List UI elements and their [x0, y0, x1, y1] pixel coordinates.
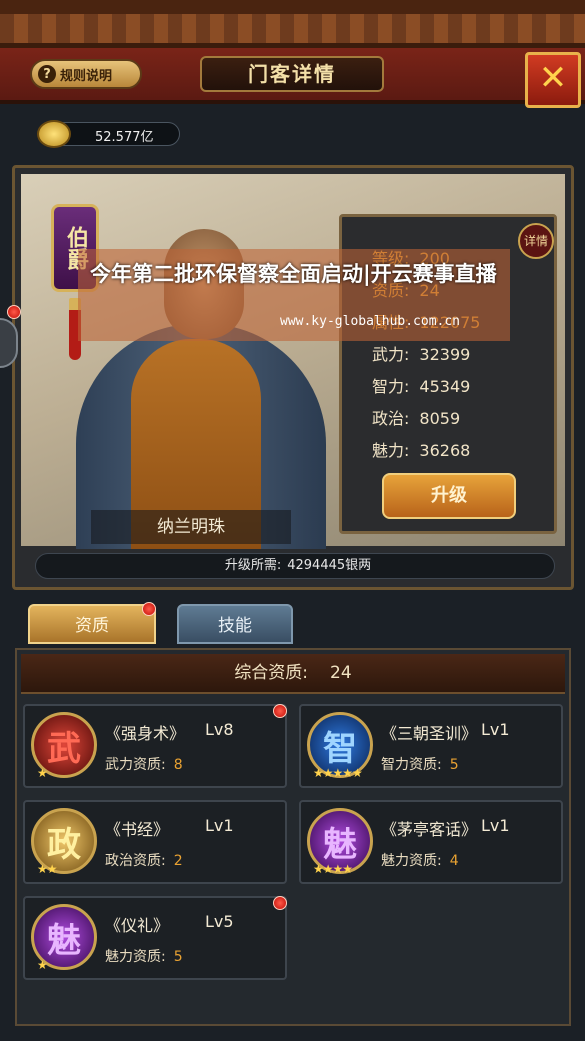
- ad-overlay-url[interactable]: www.ky-globalhub.com.cn: [280, 314, 460, 329]
- skill-attr-value: 4: [449, 853, 459, 869]
- roof-decoration: [0, 0, 585, 48]
- currency-bar: 52.577亿: [37, 120, 180, 148]
- skill-level: Lv8: [205, 720, 234, 739]
- skill-attribute: 魅力资质: 4: [381, 850, 459, 870]
- skill-card[interactable]: 智 ★★★★★ 《三朝圣训》 Lv1 智力资质: 5: [299, 704, 563, 788]
- hero-panel: 伯爵 纳兰明珠 详情 等级:200资质:24属性:122075武力:32399智…: [12, 165, 574, 590]
- rules-label: 规则说明: [60, 68, 113, 84]
- skill-attr-label: 魅力资质:: [381, 853, 442, 869]
- hero-portrait: 伯爵 纳兰明珠 详情 等级:200资质:24属性:122075武力:32399智…: [21, 174, 565, 549]
- skill-attr-label: 武力资质:: [105, 757, 166, 773]
- tab-aptitude[interactable]: 资质: [28, 604, 156, 644]
- stat-label: 武力:: [372, 345, 410, 364]
- skill-attribute: 武力资质: 8: [105, 754, 183, 774]
- cost-label: 升级所需:: [224, 558, 282, 573]
- close-button[interactable]: ✕: [525, 52, 581, 108]
- skill-attr-label: 魅力资质:: [105, 949, 166, 965]
- upgrade-cost-bar: 升级所需: 4294445银两: [35, 553, 555, 579]
- star-rating: ★: [37, 766, 48, 780]
- detail-button[interactable]: 详情: [518, 223, 554, 259]
- skill-alert-dot: [273, 704, 287, 718]
- skill-name: 《茅亭客话》: [381, 820, 478, 839]
- skill-level: Lv1: [481, 720, 510, 739]
- skill-attribute: 智力资质: 5: [381, 754, 459, 774]
- skill-attr-value: 8: [173, 757, 183, 773]
- cost-value: 4294445银两: [287, 558, 372, 573]
- skill-attr-value: 5: [173, 949, 183, 965]
- stat-value: 32399: [419, 345, 471, 364]
- ad-overlay-headline: 今年第二批环保督察全面启动|开云赛事直播: [90, 262, 497, 286]
- currency-value: 52.577亿: [95, 130, 154, 145]
- stat-value: 45349: [419, 377, 471, 396]
- skill-attr-label: 政治资质:: [105, 853, 166, 869]
- stat-label: 魅力:: [372, 441, 410, 460]
- skill-attr-label: 智力资质:: [381, 757, 442, 773]
- aptitude-panel: 综合资质: 24 武 ★ 《强身术》 Lv8 武力资质: 8 智 ★★★★★ 《三朝圣训》 Lv1 智…: [15, 648, 571, 1026]
- skill-alert-dot: [273, 896, 287, 910]
- question-icon: ?: [38, 65, 56, 83]
- stat-value: 8059: [419, 409, 461, 428]
- skill-card[interactable]: 魅 ★ 《仪礼》 Lv5 魅力资质: 5: [23, 896, 287, 980]
- tab-aptitude-alert-dot: [142, 602, 156, 616]
- skill-level: Lv1: [481, 816, 510, 835]
- stat-value: 36268: [419, 441, 471, 460]
- upgrade-button[interactable]: 升级: [382, 473, 516, 519]
- star-rating: ★★: [37, 862, 57, 876]
- stat-row: 智力: 45349: [372, 373, 470, 397]
- star-rating: ★★★★: [313, 862, 353, 876]
- page-title: 门客详情: [200, 56, 384, 92]
- star-rating: ★: [37, 958, 48, 972]
- stat-row: 政治: 8059: [372, 405, 460, 429]
- rules-button[interactable]: ? 规则说明: [30, 59, 142, 89]
- side-alert-dot: [7, 305, 21, 319]
- skill-name: 《仪礼》: [105, 916, 170, 935]
- aptitude-total-value: 24: [330, 663, 352, 683]
- coin-icon: [37, 120, 71, 148]
- hero-name: 纳兰明珠: [91, 510, 291, 544]
- close-icon: ✕: [538, 58, 568, 98]
- skill-attr-value: 2: [173, 853, 183, 869]
- aptitude-total-label: 综合资质:: [234, 663, 309, 683]
- stat-row: 魅力: 36268: [372, 437, 470, 461]
- skill-attr-value: 5: [449, 757, 459, 773]
- skill-name: 《三朝圣训》: [381, 724, 478, 743]
- skill-attribute: 政治资质: 2: [105, 850, 183, 870]
- skill-card[interactable]: 政 ★★ 《书经》 Lv1 政治资质: 2: [23, 800, 287, 884]
- skill-name: 《书经》: [105, 820, 170, 839]
- star-rating: ★★★★★: [313, 766, 363, 780]
- skill-attribute: 魅力资质: 5: [105, 946, 183, 966]
- stat-row: 武力: 32399: [372, 341, 470, 365]
- roof-cap: [0, 0, 585, 14]
- tab-skill[interactable]: 技能: [177, 604, 293, 644]
- aptitude-total: 综合资质: 24: [21, 654, 565, 694]
- stat-label: 智力:: [372, 377, 410, 396]
- skill-name: 《强身术》: [105, 724, 186, 743]
- skill-card[interactable]: 武 ★ 《强身术》 Lv8 武力资质: 8: [23, 704, 287, 788]
- skill-card[interactable]: 魅 ★★★★ 《茅亭客话》 Lv1 魅力资质: 4: [299, 800, 563, 884]
- header-bar: ? 规则说明 门客详情 ✕: [0, 48, 585, 108]
- skill-level: Lv5: [205, 912, 234, 931]
- stat-label: 政治:: [372, 409, 410, 428]
- skill-level: Lv1: [205, 816, 234, 835]
